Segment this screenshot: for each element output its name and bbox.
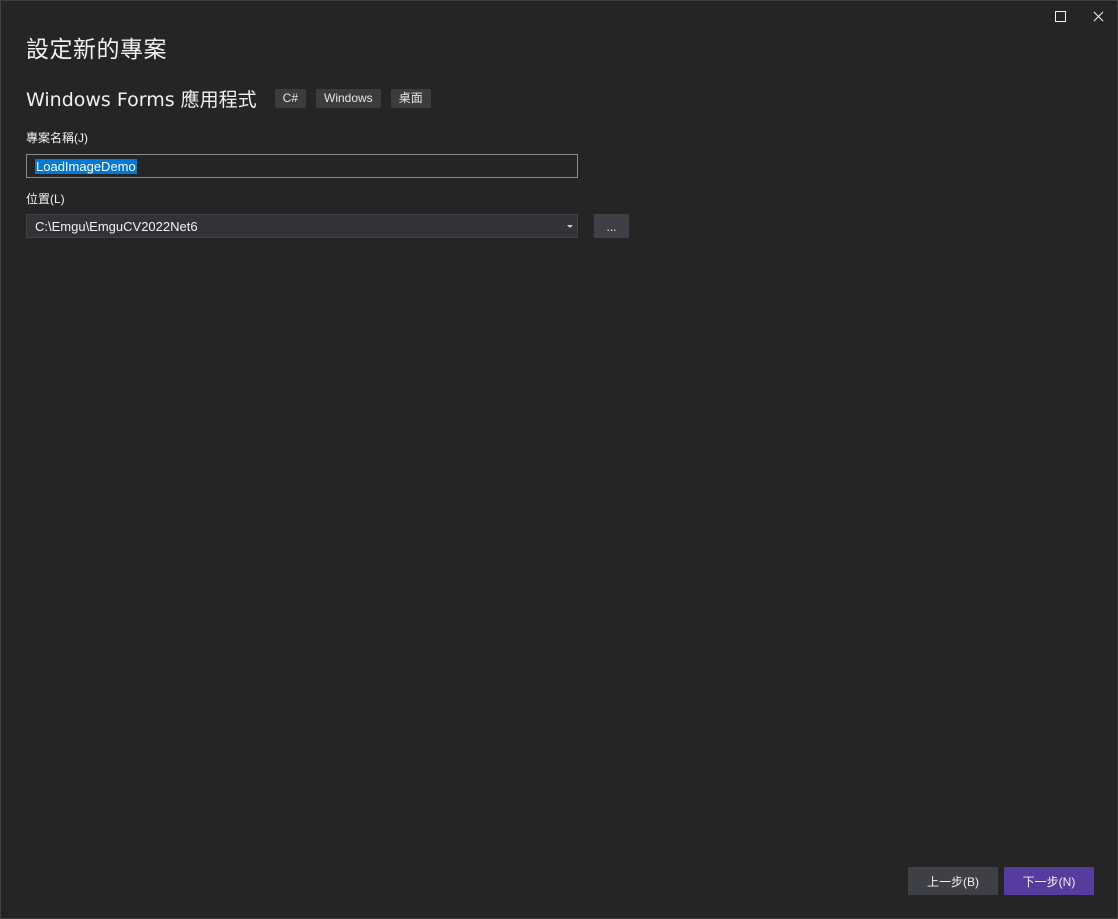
back-button[interactable]: 上一步(B) <box>908 867 998 895</box>
browse-button[interactable]: ... <box>594 214 629 238</box>
dialog-title: 設定新的專案 <box>26 37 167 63</box>
tag-platform: Windows <box>316 89 381 108</box>
window-controls <box>1041 1 1117 31</box>
template-header: Windows Forms 應用程式 C# Windows 桌面 <box>26 85 441 112</box>
project-name-input[interactable]: LoadImageDemo <box>26 154 578 178</box>
create-project-dialog: 設定新的專案 Windows Forms 應用程式 C# Windows 桌面 … <box>0 0 1118 919</box>
project-name-value: LoadImageDemo <box>35 158 137 174</box>
maximize-button[interactable] <box>1041 1 1079 31</box>
location-value: C:\Emgu\EmguCV2022Net6 <box>35 218 198 234</box>
close-button[interactable] <box>1079 1 1117 31</box>
maximize-icon <box>1054 10 1066 22</box>
project-name-label: 專案名稱(J) <box>26 131 88 145</box>
next-button[interactable]: 下一步(N) <box>1004 867 1094 895</box>
location-label: 位置(L) <box>26 192 65 206</box>
tag-language: C# <box>274 89 306 108</box>
location-combobox[interactable]: C:\Emgu\EmguCV2022Net6 <box>26 214 578 238</box>
close-icon <box>1093 11 1104 22</box>
chevron-down-icon[interactable] <box>567 224 573 228</box>
tag-project-type: 桌面 <box>390 89 431 108</box>
template-name: Windows Forms 應用程式 <box>26 89 257 111</box>
